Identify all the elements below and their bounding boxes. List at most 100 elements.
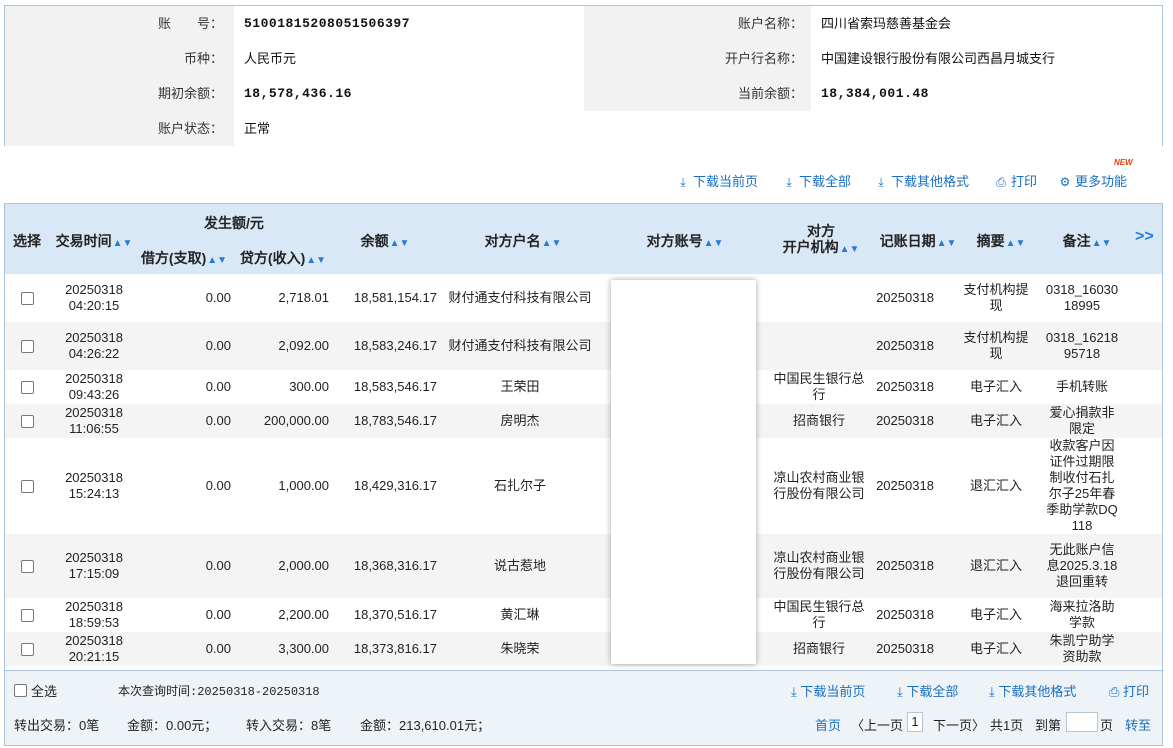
gear-icon: ⚙ [1059,175,1071,189]
cell-time-date: 20250318 [65,550,123,565]
cell-balance: 18,368,316.17 [353,558,437,573]
download-page-button[interactable]: ⤓ 下载当前页 [676,172,758,192]
cell-debit: 0.00 [205,478,231,493]
sort-icon: ▲▼ [936,238,957,249]
header-debit[interactable]: 借方(支取)▲▼ [137,248,231,268]
cell-post: 20250318 [876,379,934,394]
header-counterparty-name[interactable]: 对方户名▲▼ [463,231,583,251]
select-all[interactable]: 全选 [14,681,57,700]
cell-summary: 退汇汇入 [969,558,1022,573]
current-balance-value: 18,384,001.48 [811,76,1162,111]
cell-time-clock: 09:43:26 [68,387,120,402]
header-balance[interactable]: 余额▲▼ [345,231,425,251]
footer-print-button[interactable]: ⎙ 打印 [1109,681,1149,700]
info-row-status: 账户状态： 正常 [5,111,1162,146]
header-counterparty-bank[interactable]: 对方 开户机构▲▼ [771,223,871,258]
out-amount: 金额：0.00元； [127,718,218,733]
cell-bank: 招商银行 [792,641,845,656]
row-checkbox[interactable] [20,559,34,573]
header-remark[interactable]: 备注▲▼ [1057,231,1117,251]
cell-post: 20250318 [876,478,934,493]
cell-summary: 电子汇入 [969,641,1022,656]
header-time-label: 交易时间 [55,233,112,249]
cell-credit: 2,000.00 [278,558,329,573]
select-all-checkbox[interactable] [14,684,27,697]
header-amount-group: 发生额/元 [204,215,264,231]
first-page-link[interactable]: 首页 [815,715,841,734]
cell-debit: 0.00 [205,338,231,353]
download-all-button[interactable]: ⤓ 下载全部 [782,172,851,192]
sort-icon: ▲▼ [306,255,327,266]
cell-remark: 海来拉洛助学款 [1049,599,1115,630]
row-checkbox[interactable] [20,608,34,622]
header-time[interactable]: 交易时间▲▼ [49,231,139,251]
out-count: 转出交易：0笔 [14,718,100,733]
download-page-label: 下载当前页 [693,174,759,189]
cell-credit: 3,300.00 [278,641,329,656]
sort-icon: ▲▼ [389,238,410,249]
footer-download-all-button[interactable]: ⤓ 下载全部 [897,681,958,700]
goto-page-input[interactable] [1066,712,1098,732]
cell-time-clock: 18:59:53 [68,615,120,630]
header-posting-date[interactable]: 记账日期▲▼ [873,231,963,251]
footer-download-page-label: 下载当前页 [800,684,866,699]
cell-remark: 手机转账 [1055,379,1108,394]
table-row: 20250318 11:06:55 0.00 200,000.00 18,783,546… [5,404,1162,438]
row-checkbox[interactable] [20,479,34,493]
row-checkbox[interactable] [20,380,34,394]
header-credit[interactable]: 贷方(收入)▲▼ [237,248,329,268]
cell-post: 20250318 [876,607,934,622]
cell-summary: 电子汇入 [969,413,1022,428]
header-summary[interactable]: 摘要▲▼ [971,231,1031,251]
footer-download-other-button[interactable]: ⤓ 下载其他格式 [989,681,1076,700]
total-pages: 共1页 [990,718,1024,733]
cell-time-clock: 17:15:09 [68,566,120,581]
cell-select [9,534,45,598]
cell-debit: 0.00 [205,641,231,656]
table-row: 20250318 15:24:13 0.00 1,000.00 18,429,316.1… [5,438,1162,534]
cell-time-date: 20250318 [65,330,123,345]
print-button[interactable]: ⎙ 打印 [994,172,1037,192]
new-badge: NEW [1114,158,1133,167]
cell-time-date: 20250318 [65,405,123,420]
sort-icon: ▲▼ [839,244,860,255]
header-select: 选择 [13,233,41,249]
cell-name: 王荣田 [500,379,540,394]
cell-time: 20250318 15:24:13 [49,438,139,534]
download-icon: ⤓ [791,684,801,699]
toolbar: ⤓ 下载当前页 ⤓ 下载全部 ⤓ 下载其他格式 ⎙ 打印 ⚙ 更多功能 [0,172,1173,192]
cell-debit: 0.00 [205,379,231,394]
cell-remark: 无此账户信息2025.3.18退回重转 [1046,542,1118,589]
cell-debit: 0.00 [205,558,231,573]
sort-icon: ▲▼ [112,238,133,249]
cell-balance: 18,373,816.17 [353,641,437,656]
cell-credit: 2,718.01 [278,290,329,305]
cell-select [9,438,45,534]
download-other-button[interactable]: ⤓ 下载其他格式 [874,172,969,192]
cell-name: 黄汇琳 [500,607,540,622]
footer-download-page-button[interactable]: ⤓ 下载当前页 [791,681,865,700]
table-row: 20250318 20:21:15 0.00 3,300.00 18,373,816.1… [5,632,1162,666]
table-footer: 全选 本次查询时间:20250318-20250318 ⤓ 下载当前页 ⤓ 下载… [4,670,1163,746]
more-functions-button[interactable]: ⚙ 更多功能 [1058,172,1127,192]
cell-bank: 招商银行 [792,413,845,428]
cell-credit: 2,200.00 [278,607,329,622]
prev-page-link[interactable]: 〈上一页 [851,715,903,734]
cell-bank: 中国民生银行总行 [773,371,865,402]
download-icon: ⤓ [989,684,999,699]
expand-columns-icon[interactable]: >> [1135,228,1154,246]
row-checkbox[interactable] [20,414,34,428]
row-checkbox[interactable] [20,642,34,656]
goto-button[interactable]: 转至 [1125,715,1151,734]
page-unit: 页 [1100,718,1114,733]
table-header: 选择 交易时间▲▼ 发生额/元 借方(支取)▲▼ 贷方(收入)▲▼ 余额▲▼ 对… [5,204,1162,274]
row-checkbox[interactable] [20,339,34,353]
row-checkbox[interactable] [20,291,34,305]
download-icon: ⤓ [680,175,686,189]
cell-time: 20250318 04:26:22 [49,322,139,370]
redaction-overlay [611,280,756,664]
cell-credit: 200,000.00 [263,413,329,428]
header-counterparty-account[interactable]: 对方账号▲▼ [625,231,745,251]
transaction-table: 选择 交易时间▲▼ 发生额/元 借方(支取)▲▼ 贷方(收入)▲▼ 余额▲▼ 对… [4,203,1163,670]
next-page-link[interactable]: 下一页〉 [933,715,985,734]
